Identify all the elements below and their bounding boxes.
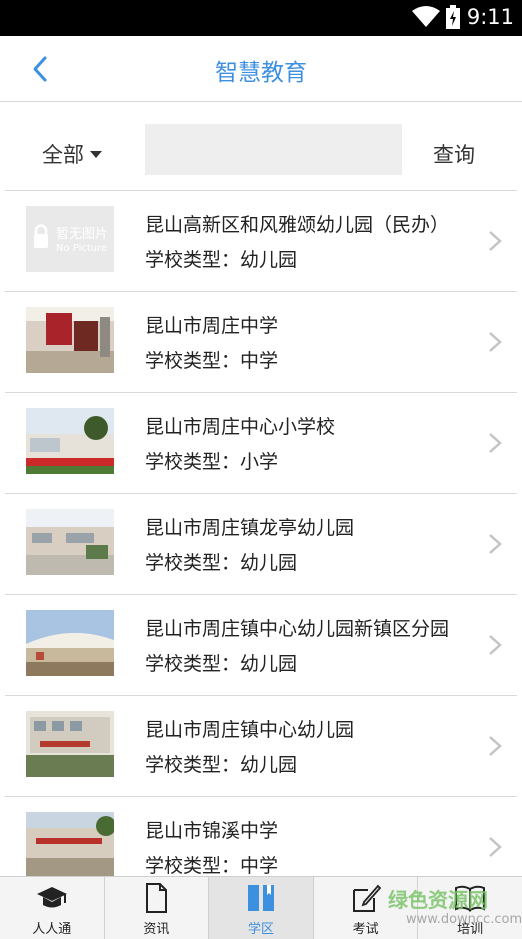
category-dropdown-label: 全部 <box>42 143 84 167</box>
list-item[interactable]: 昆山市周庄镇龙亭幼儿园 学校类型：幼儿园 <box>5 493 517 594</box>
chevron-right-icon <box>487 532 503 556</box>
tab-training[interactable]: 培训 <box>418 877 522 939</box>
school-type: 学校类型：中学 <box>145 855 279 876</box>
list-item[interactable]: 暂无图片 No Picture 昆山高新区和风雅颂幼儿园（民办） 学校类型：幼儿… <box>5 190 517 291</box>
tab-school-district[interactable]: 学区 <box>209 877 314 939</box>
tab-label: 人人通 <box>32 922 72 937</box>
school-thumbnail <box>26 307 114 373</box>
school-type: 学校类型：幼儿园 <box>145 552 298 574</box>
school-thumbnail <box>26 408 114 474</box>
chevron-right-icon <box>487 734 503 758</box>
school-name: 昆山市周庄中心小学校 <box>145 416 336 438</box>
chevron-right-icon <box>487 229 503 253</box>
school-name: 昆山市周庄中学 <box>145 315 279 337</box>
list-item[interactable]: 昆山市锦溪中学 学校类型：中学 <box>5 796 517 876</box>
school-name: 昆山市周庄镇中心幼儿园新镇区分园 <box>145 618 450 640</box>
battery-icon <box>446 5 460 33</box>
school-type: 学校类型：小学 <box>145 451 279 473</box>
list-item[interactable]: 昆山市周庄中学 学校类型：中学 <box>5 291 517 392</box>
school-thumbnail <box>26 610 114 676</box>
school-name: 昆山高新区和风雅颂幼儿园（民办） <box>145 214 450 236</box>
status-time: 9:11 <box>466 5 514 29</box>
page-title: 智慧教育 <box>215 60 307 86</box>
caret-down-icon <box>90 150 102 158</box>
graduation-cap-icon <box>36 882 68 914</box>
status-bar: 9:11 <box>0 0 522 36</box>
bottom-tab-bar: 人人通 资讯 学区 考试 培训 <box>0 876 522 939</box>
list-item[interactable]: 昆山市周庄镇中心幼儿园 学校类型：幼儿园 <box>5 695 517 796</box>
list-item[interactable]: 昆山市周庄中心小学校 学校类型：小学 <box>5 392 517 493</box>
search-input[interactable] <box>145 124 402 175</box>
school-type: 学校类型：幼儿园 <box>145 754 298 776</box>
school-thumbnail <box>26 711 114 777</box>
chevron-right-icon <box>487 431 503 455</box>
document-icon <box>140 882 172 914</box>
school-name: 昆山市锦溪中学 <box>145 820 279 842</box>
tab-label: 培训 <box>457 922 484 937</box>
tab-exam[interactable]: 考试 <box>314 877 419 939</box>
tab-label: 资讯 <box>143 922 170 937</box>
wifi-icon <box>412 6 440 32</box>
tab-renrentong[interactable]: 人人通 <box>0 877 105 939</box>
chevron-right-icon <box>487 330 503 354</box>
category-dropdown[interactable]: 全部 <box>42 139 102 169</box>
open-book-icon <box>454 882 486 914</box>
book-icon <box>245 882 277 914</box>
app-header: 智慧教育 <box>0 36 522 102</box>
query-button[interactable]: 查询 <box>433 139 475 169</box>
school-type: 学校类型：中学 <box>145 350 279 372</box>
school-name: 昆山市周庄镇龙亭幼儿园 <box>145 517 355 539</box>
no-picture-text: 暂无图片 <box>56 227 108 242</box>
tab-label: 考试 <box>352 922 379 937</box>
school-list: 暂无图片 No Picture 昆山高新区和风雅颂幼儿园（民办） 学校类型：幼儿… <box>0 190 522 876</box>
tab-label: 学区 <box>247 922 274 937</box>
chevron-right-icon <box>487 835 503 859</box>
school-type: 学校类型：幼儿园 <box>145 653 298 675</box>
chevron-right-icon <box>487 633 503 657</box>
list-item[interactable]: 昆山市周庄镇中心幼儿园新镇区分园 学校类型：幼儿园 <box>5 594 517 695</box>
no-picture-en: No Picture <box>56 243 107 254</box>
tab-news[interactable]: 资讯 <box>105 877 210 939</box>
school-type: 学校类型：幼儿园 <box>145 249 298 271</box>
filter-bar: 全部 查询 <box>0 103 522 191</box>
school-thumbnail: 暂无图片 No Picture <box>26 206 114 272</box>
school-name: 昆山市周庄镇中心幼儿园 <box>145 719 355 741</box>
edit-icon <box>350 882 382 914</box>
school-thumbnail <box>26 812 114 876</box>
school-thumbnail <box>26 509 114 575</box>
